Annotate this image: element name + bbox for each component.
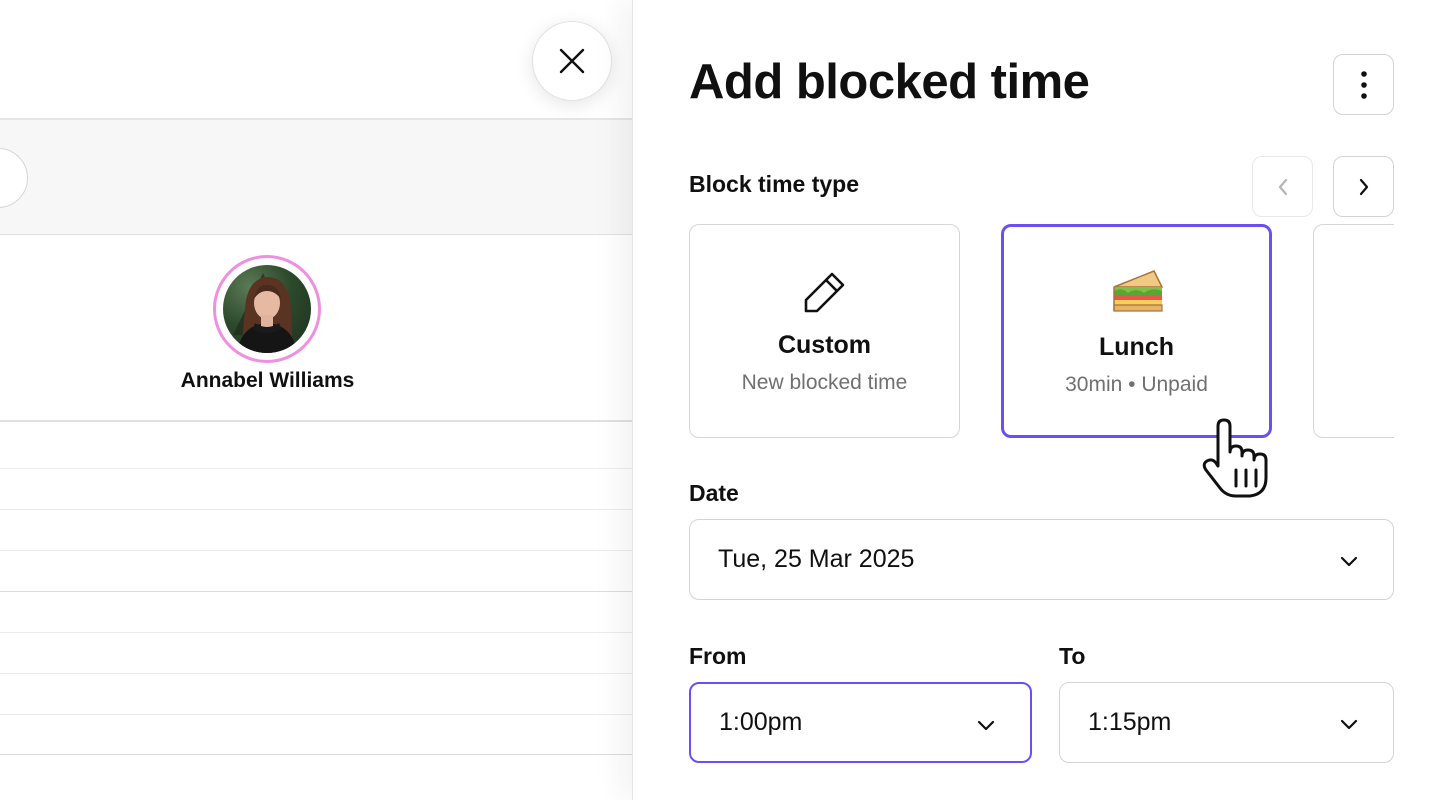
- type-card-lunch[interactable]: Lunch 30min • Unpaid: [1001, 224, 1272, 438]
- block-time-type-label: Block time type: [689, 171, 859, 197]
- chevron-right-icon: [1359, 178, 1368, 195]
- add-blocked-time-panel: Add blocked time Block time type Custom: [632, 0, 1440, 800]
- chevron-down-icon: [1340, 719, 1358, 730]
- more-options-button[interactable]: [1333, 54, 1394, 115]
- from-time-value: 1:00pm: [719, 708, 803, 736]
- page-title: Add blocked time: [689, 55, 1090, 109]
- grid-line: [0, 632, 632, 633]
- type-card-title: Lunch: [1099, 333, 1174, 361]
- chevron-left-icon: [1278, 178, 1287, 195]
- type-card-title: Custom: [777, 331, 872, 359]
- grid-line: [0, 673, 632, 674]
- grid-line: [0, 468, 632, 469]
- date-value: Tue, 25 Mar 2025: [718, 545, 915, 573]
- pencil-icon: [804, 272, 844, 313]
- staff-name: Annabel Williams: [180, 369, 355, 392]
- block-type-carousel: Custom New blocked time Lunch 30min • Un…: [689, 224, 1394, 440]
- previous-type-button[interactable]: [1252, 156, 1313, 217]
- type-card-subtitle: New blocked time: [741, 371, 908, 394]
- date-select[interactable]: Tue, 25 Mar 2025: [689, 519, 1394, 600]
- type-card-custom[interactable]: Custom New blocked time: [689, 224, 960, 438]
- type-card-subtitle: 30min • Unpaid: [1065, 373, 1208, 396]
- to-time-value: 1:15pm: [1088, 708, 1172, 736]
- grid-line: [0, 509, 632, 510]
- from-time-select[interactable]: 1:00pm: [689, 682, 1032, 763]
- grid-line: [0, 754, 632, 755]
- close-icon: [559, 48, 585, 74]
- staff-avatar-ring[interactable]: [213, 255, 321, 363]
- calendar-background: Annabel Williams: [0, 0, 632, 800]
- grid-line: [0, 550, 632, 551]
- type-card-next[interactable]: [1313, 224, 1394, 438]
- next-type-button[interactable]: [1333, 156, 1394, 217]
- sandwich-icon: [1112, 270, 1163, 312]
- calendar-toolbar: [0, 118, 632, 235]
- grid-line: [0, 591, 632, 592]
- calendar-staff-header: Annabel Williams: [0, 235, 632, 422]
- hand-pointer-icon: [1202, 418, 1268, 498]
- from-label: From: [689, 643, 747, 669]
- to-label: To: [1059, 643, 1086, 669]
- chevron-down-icon: [977, 720, 995, 731]
- more-vertical-icon: [1360, 70, 1367, 99]
- date-label: Date: [689, 480, 739, 506]
- calendar-toolbar-button[interactable]: [0, 148, 28, 208]
- calendar-grid: [0, 428, 632, 800]
- grid-line: [0, 714, 632, 715]
- to-time-select[interactable]: 1:15pm: [1059, 682, 1394, 763]
- close-button[interactable]: [532, 21, 612, 101]
- chevron-down-icon: [1340, 556, 1358, 567]
- avatar: [223, 265, 311, 353]
